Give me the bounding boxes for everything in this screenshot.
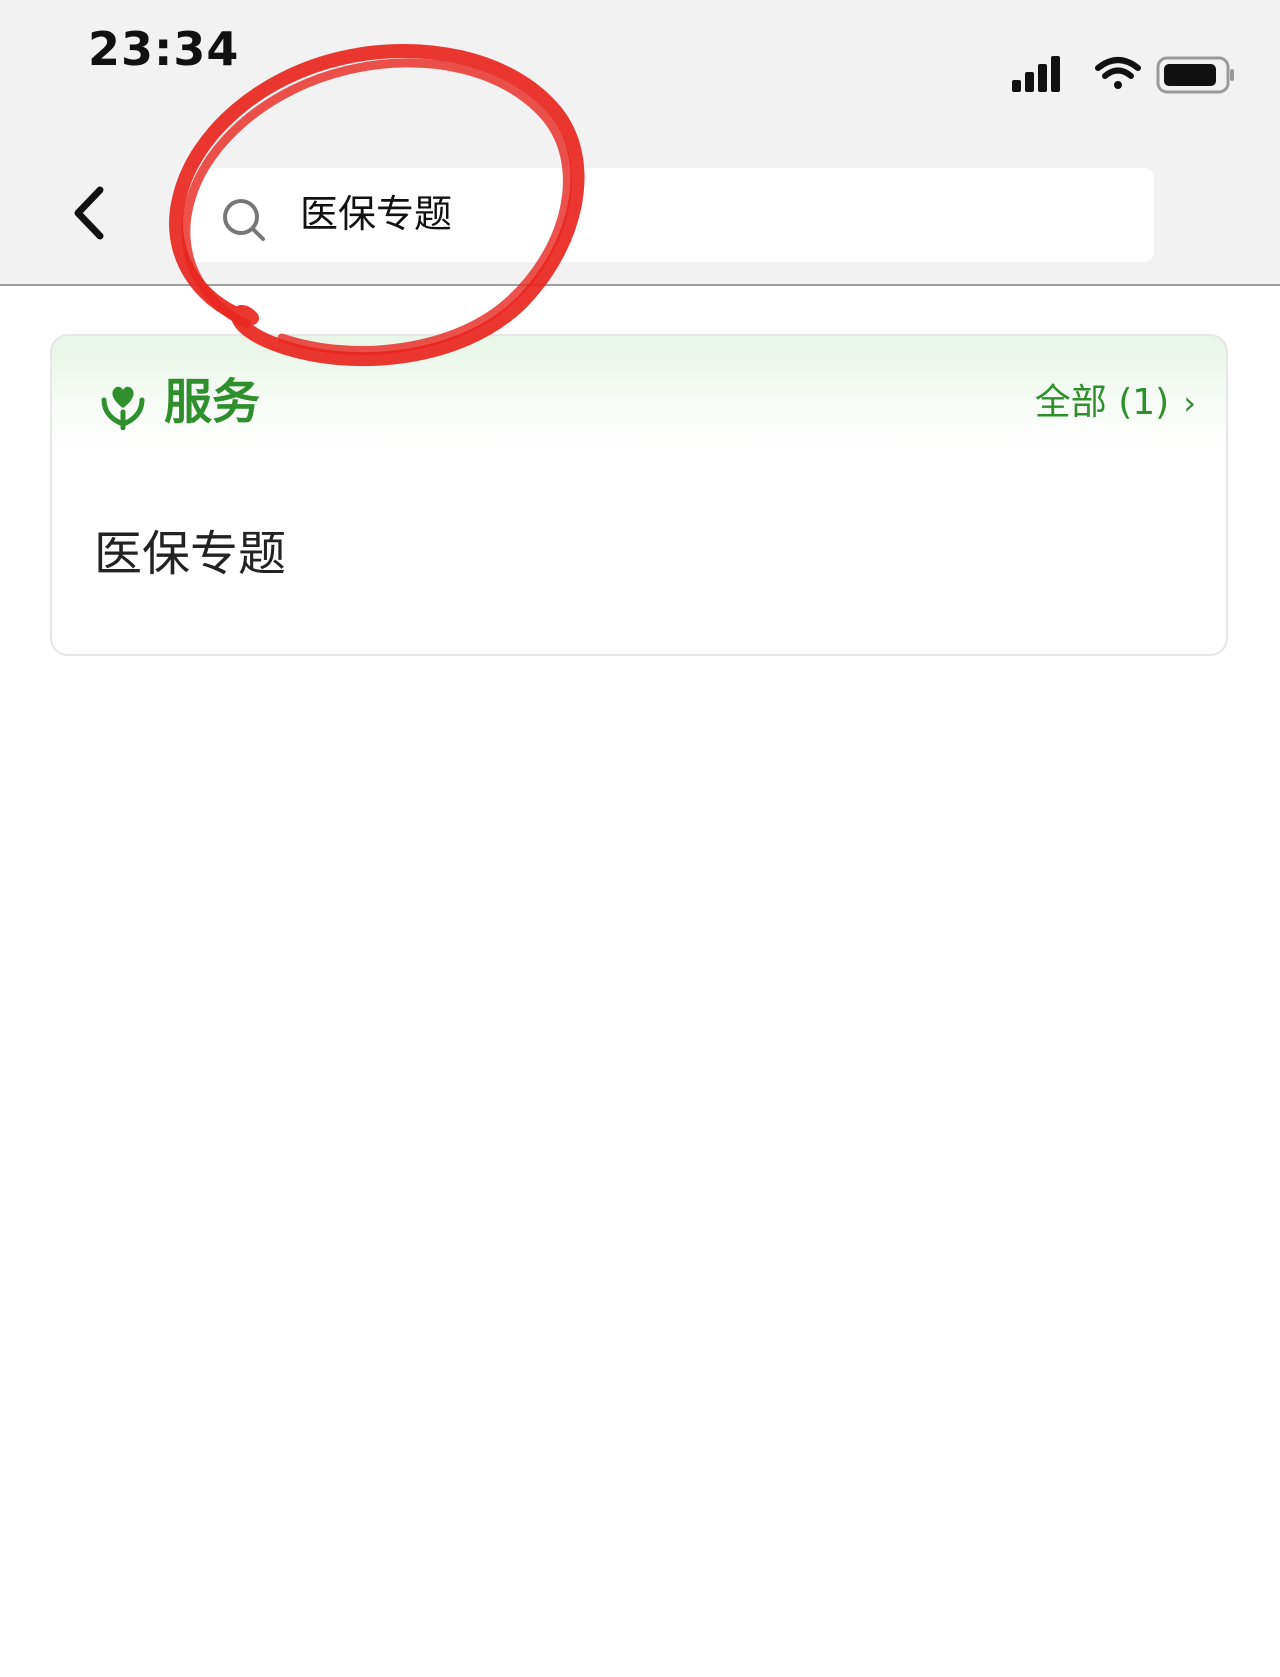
status-time: 23:34 <box>88 22 240 76</box>
heart-hands-icon <box>101 386 145 430</box>
search-input[interactable]: 医保专题 <box>180 168 1154 262</box>
list-item[interactable]: 医保专题 <box>94 522 286 586</box>
search-query-text: 医保专题 <box>300 192 453 236</box>
service-results-card: 服务 全部 (1) › 医保专题 <box>50 334 1228 656</box>
view-all-label: 全部 (1) <box>1034 382 1170 423</box>
header-area: 23:34 医保专题 <box>0 0 1280 286</box>
section-title: 服务 <box>164 374 261 430</box>
chevron-right-icon: › <box>1183 384 1196 422</box>
chevron-left-icon <box>74 186 104 240</box>
wifi-icon <box>1095 57 1141 89</box>
signal-icon <box>1012 56 1060 92</box>
view-all-link[interactable]: 全部 (1) › <box>1035 378 1196 428</box>
battery-icon <box>1156 56 1234 94</box>
search-results-page: 23:34 医保专题 服务 全部 (1) › 医保专题 <box>0 0 1280 1677</box>
back-button[interactable] <box>60 178 120 248</box>
status-icons <box>1012 56 1234 94</box>
search-icon <box>223 199 265 241</box>
